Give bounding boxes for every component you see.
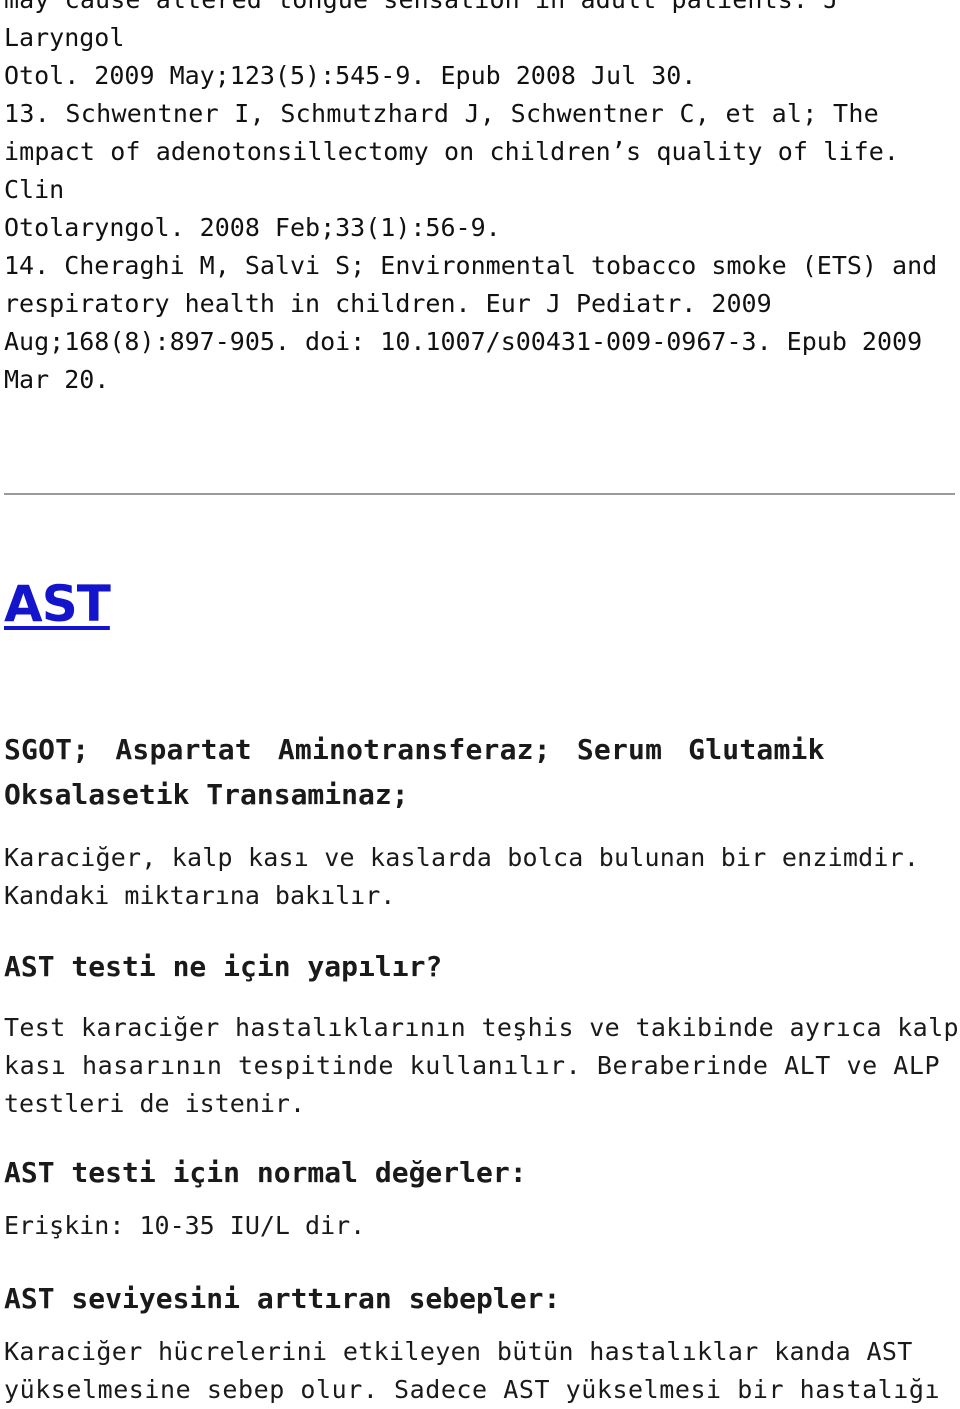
reference-line: Otol. 2009 May;123(5):545-9. Epub 2008 J… <box>4 61 697 90</box>
paragraph-line: Karaciğer hücrelerini etkileyen bütün ha… <box>4 1337 913 1366</box>
reference-line: impact of adenotonsillectomy on children… <box>4 137 900 166</box>
reference-line: Aug;168(8):897-905. doi: 10.1007/s00431-… <box>4 327 923 356</box>
article-subtitle-line-2: Oksalasetik Transaminaz; <box>4 778 409 811</box>
section-divider <box>4 493 955 495</box>
reference-list: may cause altered tongue sensation in ad… <box>4 0 956 399</box>
paragraph-line: kası hasarının tespitinde kullanılır. Be… <box>4 1051 941 1080</box>
paragraph-line: Kandaki miktarına bakılır. <box>4 881 396 910</box>
article-title-container: AST <box>4 575 111 633</box>
article-intro-paragraph: Karaciğer, kalp kası ve kaslarda bolca b… <box>4 839 956 915</box>
section-heading-why-test: AST testi ne için yapılır? <box>4 950 443 983</box>
reference-line: may cause altered tongue sensation in ad… <box>4 0 956 19</box>
paragraph-line: Erişkin: 10-35 IU/L dir. <box>4 1211 366 1240</box>
section-paragraph-raising-causes: Karaciğer hücrelerini etkileyen bütün ha… <box>4 1333 956 1409</box>
document-page: may cause altered tongue sensation in ad… <box>0 0 960 1404</box>
section-heading-raising-causes: AST seviyesini arttıran sebepler: <box>4 1282 561 1315</box>
paragraph-line: Test karaciğer hastalıklarının teşhis ve… <box>4 1013 959 1042</box>
reference-line: Clin <box>4 175 65 204</box>
article-subtitle-line-1: SGOT; Aspartat Aminotransferaz; Serum Gl… <box>4 733 825 766</box>
ast-title-link[interactable]: AST <box>4 575 111 633</box>
reference-line: Otolaryngol. 2008 Feb;33(1):56-9. <box>4 213 501 242</box>
section-paragraph-why-test: Test karaciğer hastalıklarının teşhis ve… <box>4 1009 959 1123</box>
reference-line: Laryngol <box>4 23 125 52</box>
reference-line: respiratory health in children. Eur J Pe… <box>4 289 772 318</box>
paragraph-line: testleri de istenir. <box>4 1089 306 1118</box>
section-paragraph-normal-values: Erişkin: 10-35 IU/L dir. <box>4 1207 956 1245</box>
paragraph-line: Karaciğer, kalp kası ve kaslarda bolca b… <box>4 843 920 872</box>
paragraph-line: yükselmesine sebep olur. Sadece AST yüks… <box>4 1375 941 1404</box>
reference-line: 13. Schwentner I, Schmutzhard J, Schwent… <box>4 99 880 128</box>
section-heading-normal-values: AST testi için normal değerler: <box>4 1156 527 1189</box>
reference-line: 14. Cheraghi M, Salvi S; Environmental t… <box>4 251 938 280</box>
article-body: SGOT; Aspartat Aminotransferaz; Serum Gl… <box>4 727 959 1409</box>
article-subtitle: SGOT; Aspartat Aminotransferaz; Serum Gl… <box>4 727 956 817</box>
reference-line: Mar 20. <box>4 365 110 394</box>
